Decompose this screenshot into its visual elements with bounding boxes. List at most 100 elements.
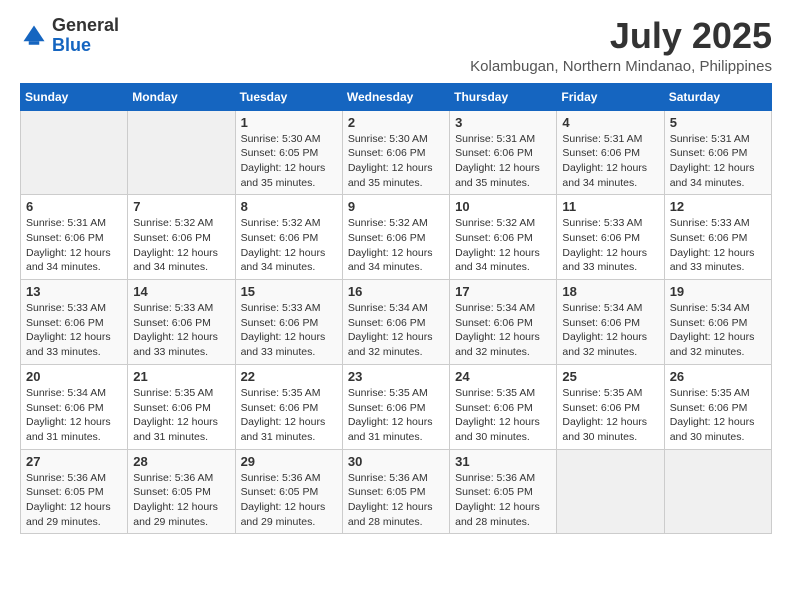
day-number: 7	[133, 199, 229, 214]
day-info: Sunrise: 5:34 AMSunset: 6:06 PMDaylight:…	[348, 301, 444, 360]
day-info: Sunrise: 5:33 AMSunset: 6:06 PMDaylight:…	[133, 301, 229, 360]
page-header: General Blue July 2025 Kolambugan, North…	[20, 16, 772, 75]
day-number: 4	[562, 115, 658, 130]
calendar-cell: 12Sunrise: 5:33 AMSunset: 6:06 PMDayligh…	[664, 195, 771, 280]
calendar-cell	[21, 110, 128, 195]
day-info: Sunrise: 5:33 AMSunset: 6:06 PMDaylight:…	[241, 301, 337, 360]
calendar-cell	[664, 449, 771, 534]
calendar-cell: 24 Sunrise: 5:35 AMSunset: 6:06 PMDayligh…	[450, 364, 557, 449]
calendar-cell	[128, 110, 235, 195]
calendar-cell: 23 Sunrise: 5:35 AMSunset: 6:06 PMDayligh…	[342, 364, 449, 449]
day-number: 22	[241, 369, 337, 384]
day-info: Sunrise: 5:31 AMSunset: 6:06 PMDaylight:…	[562, 132, 658, 191]
weekday-header: Thursday	[450, 83, 557, 110]
calendar-week-row: 1Sunrise: 5:30 AMSunset: 6:05 PMDaylight…	[21, 110, 772, 195]
day-number: 31	[455, 454, 551, 469]
day-info: Sunrise: 5:33 AMSunset: 6:06 PMDaylight:…	[562, 216, 658, 275]
calendar-cell: 8Sunrise: 5:32 AMSunset: 6:06 PMDaylight…	[235, 195, 342, 280]
day-number: 27	[26, 454, 122, 469]
day-info: Sunrise: 5:30 AMSunset: 6:06 PMDaylight:…	[348, 132, 444, 191]
day-info: Sunrise: 5:34 AMSunset: 6:06 PMDaylight:…	[455, 301, 551, 360]
day-number: 1	[241, 115, 337, 130]
calendar-cell: 4 Sunrise: 5:31 AMSunset: 6:06 PMDaylight…	[557, 110, 664, 195]
weekday-header: Sunday	[21, 83, 128, 110]
calendar-cell: 9Sunrise: 5:32 AMSunset: 6:06 PMDaylight…	[342, 195, 449, 280]
day-number: 15	[241, 284, 337, 299]
day-number: 17	[455, 284, 551, 299]
weekday-row: SundayMondayTuesdayWednesdayThursdayFrid…	[21, 83, 772, 110]
calendar-cell: 5 Sunrise: 5:31 AMSunset: 6:06 PMDaylight…	[664, 110, 771, 195]
calendar-cell: 26Sunrise: 5:35 AMSunset: 6:06 PMDayligh…	[664, 364, 771, 449]
day-number: 3	[455, 115, 551, 130]
day-info: Sunrise: 5:31 AMSunset: 6:06 PMDaylight:…	[26, 216, 122, 275]
day-info: Sunrise: 5:32 AMSunset: 6:06 PMDaylight:…	[455, 216, 551, 275]
calendar-week-row: 27 Sunrise: 5:36 AMSunset: 6:05 PMDayligh…	[21, 449, 772, 534]
day-info: Sunrise: 5:31 AMSunset: 6:06 PMDaylight:…	[670, 132, 766, 191]
logo-general: General	[52, 15, 119, 35]
calendar-cell: 3 Sunrise: 5:31 AMSunset: 6:06 PMDaylight…	[450, 110, 557, 195]
calendar-cell: 25 Sunrise: 5:35 AMSunset: 6:06 PMDayligh…	[557, 364, 664, 449]
calendar-cell: 10 Sunrise: 5:32 AMSunset: 6:06 PMDayligh…	[450, 195, 557, 280]
calendar-cell: 28Sunrise: 5:36 AMSunset: 6:05 PMDayligh…	[128, 449, 235, 534]
day-number: 19	[670, 284, 766, 299]
day-info: Sunrise: 5:32 AMSunset: 6:06 PMDaylight:…	[348, 216, 444, 275]
day-info: Sunrise: 5:35 AMSunset: 6:06 PMDaylight:…	[241, 386, 337, 445]
calendar-cell: 16 Sunrise: 5:34 AMSunset: 6:06 PMDayligh…	[342, 280, 449, 365]
day-number: 16	[348, 284, 444, 299]
day-number: 23	[348, 369, 444, 384]
calendar-cell: 7 Sunrise: 5:32 AMSunset: 6:06 PMDaylight…	[128, 195, 235, 280]
day-number: 5	[670, 115, 766, 130]
day-info: Sunrise: 5:32 AMSunset: 6:06 PMDaylight:…	[133, 216, 229, 275]
day-number: 30	[348, 454, 444, 469]
calendar-week-row: 20 Sunrise: 5:34 AMSunset: 6:06 PMDayligh…	[21, 364, 772, 449]
calendar-cell: 6 Sunrise: 5:31 AMSunset: 6:06 PMDaylight…	[21, 195, 128, 280]
day-info: Sunrise: 5:35 AMSunset: 6:06 PMDaylight:…	[562, 386, 658, 445]
day-info: Sunrise: 5:36 AMSunset: 6:05 PMDaylight:…	[348, 471, 444, 530]
day-info: Sunrise: 5:31 AMSunset: 6:06 PMDaylight:…	[455, 132, 551, 191]
logo-blue: Blue	[52, 35, 91, 55]
day-number: 20	[26, 369, 122, 384]
day-info: Sunrise: 5:35 AMSunset: 6:06 PMDaylight:…	[348, 386, 444, 445]
calendar-cell: 21Sunrise: 5:35 AMSunset: 6:06 PMDayligh…	[128, 364, 235, 449]
day-number: 11	[562, 199, 658, 214]
logo-icon	[20, 22, 48, 50]
calendar-cell: 14 Sunrise: 5:33 AMSunset: 6:06 PMDayligh…	[128, 280, 235, 365]
day-info: Sunrise: 5:36 AMSunset: 6:05 PMDaylight:…	[133, 471, 229, 530]
calendar-cell: 22 Sunrise: 5:35 AMSunset: 6:06 PMDayligh…	[235, 364, 342, 449]
calendar-header: SundayMondayTuesdayWednesdayThursdayFrid…	[21, 83, 772, 110]
calendar-cell: 18 Sunrise: 5:34 AMSunset: 6:06 PMDayligh…	[557, 280, 664, 365]
day-number: 25	[562, 369, 658, 384]
day-number: 6	[26, 199, 122, 214]
calendar-cell: 19 Sunrise: 5:34 AMSunset: 6:06 PMDayligh…	[664, 280, 771, 365]
day-number: 14	[133, 284, 229, 299]
day-number: 10	[455, 199, 551, 214]
calendar-cell: 17 Sunrise: 5:34 AMSunset: 6:06 PMDayligh…	[450, 280, 557, 365]
calendar-table: SundayMondayTuesdayWednesdayThursdayFrid…	[20, 83, 772, 535]
calendar-week-row: 6 Sunrise: 5:31 AMSunset: 6:06 PMDaylight…	[21, 195, 772, 280]
day-number: 8	[241, 199, 337, 214]
calendar-cell: 27 Sunrise: 5:36 AMSunset: 6:05 PMDayligh…	[21, 449, 128, 534]
weekday-header: Friday	[557, 83, 664, 110]
day-info: Sunrise: 5:35 AMSunset: 6:06 PMDaylight:…	[455, 386, 551, 445]
weekday-header: Saturday	[664, 83, 771, 110]
day-info: Sunrise: 5:33 AMSunset: 6:06 PMDaylight:…	[26, 301, 122, 360]
calendar-cell	[557, 449, 664, 534]
logo: General Blue	[20, 16, 119, 56]
day-info: Sunrise: 5:34 AMSunset: 6:06 PMDaylight:…	[26, 386, 122, 445]
calendar-cell: 15 Sunrise: 5:33 AMSunset: 6:06 PMDayligh…	[235, 280, 342, 365]
day-number: 18	[562, 284, 658, 299]
day-info: Sunrise: 5:33 AMSunset: 6:06 PMDaylight:…	[670, 216, 766, 275]
calendar-body: 1Sunrise: 5:30 AMSunset: 6:05 PMDaylight…	[21, 110, 772, 534]
day-info: Sunrise: 5:36 AMSunset: 6:05 PMDaylight:…	[26, 471, 122, 530]
calendar-cell: 1Sunrise: 5:30 AMSunset: 6:05 PMDaylight…	[235, 110, 342, 195]
month-title: July 2025	[470, 16, 772, 56]
weekday-header: Monday	[128, 83, 235, 110]
day-number: 29	[241, 454, 337, 469]
day-number: 24	[455, 369, 551, 384]
calendar-cell: 13Sunrise: 5:33 AMSunset: 6:06 PMDayligh…	[21, 280, 128, 365]
location-title: Kolambugan, Northern Mindanao, Philippin…	[470, 58, 772, 75]
day-info: Sunrise: 5:34 AMSunset: 6:06 PMDaylight:…	[562, 301, 658, 360]
day-info: Sunrise: 5:34 AMSunset: 6:06 PMDaylight:…	[670, 301, 766, 360]
weekday-header: Tuesday	[235, 83, 342, 110]
title-area: July 2025 Kolambugan, Northern Mindanao,…	[470, 16, 772, 75]
